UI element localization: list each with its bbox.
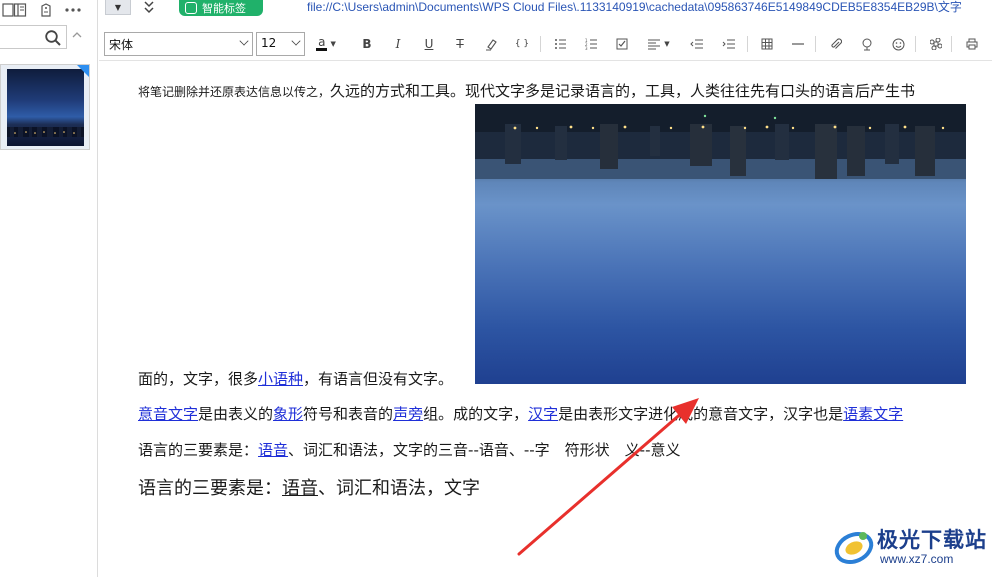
file-path-link[interactable]: file://C:\Users\admin\Documents\WPS Clou… xyxy=(307,0,992,14)
link-yiyin-wenzi[interactable]: 意音文字 xyxy=(138,405,198,423)
site-watermark: 极光下载站 www.xz7.com xyxy=(830,522,990,572)
caret-down-icon: ▼ xyxy=(114,2,122,12)
smart-tag-label: 智能标签 xyxy=(202,2,246,15)
paragraph-2: 面的，文字，很多小语种，有语言但没有文字。 xyxy=(138,368,453,389)
paragraph-2-text-a: 面的，文字，很多 xyxy=(138,370,259,388)
link-yusu-wenzi[interactable]: 语素文字 xyxy=(843,405,903,423)
attachment-icon[interactable] xyxy=(827,35,845,53)
font-family-select[interactable]: 宋体 xyxy=(104,32,253,56)
font-color-button[interactable]: a ▼ xyxy=(313,35,339,53)
paragraph-4: 语言的三要素是：语音、词汇和语法，文字的三音--语音、--字 符形状 义--意义 xyxy=(138,439,681,460)
paragraph-3-text-a: 是由表义的 xyxy=(198,405,274,423)
toolbar-divider xyxy=(747,36,748,52)
numbered-list-icon[interactable]: 123 xyxy=(582,35,600,53)
toolbar-divider xyxy=(815,36,816,52)
chevron-up-icon[interactable] xyxy=(72,29,82,42)
horizontal-rule-icon[interactable] xyxy=(789,35,807,53)
note-thumbnail-card[interactable] xyxy=(0,64,90,150)
font-color-glyph: a xyxy=(316,35,328,51)
paragraph-5-underlined: 语音 xyxy=(282,478,318,499)
caret-down-icon: ▼ xyxy=(330,40,336,48)
italic-button[interactable]: I xyxy=(389,35,407,53)
paragraph-3-text-d: 是由表形文字进化成的意音文字，汉字也是 xyxy=(558,405,844,423)
font-family-value: 宋体 xyxy=(109,38,134,52)
outdent-icon[interactable] xyxy=(687,35,705,53)
chevron-down-icon xyxy=(291,36,301,46)
align-button[interactable]: ▼ xyxy=(645,35,673,53)
table-icon[interactable] xyxy=(758,35,776,53)
font-size-value: 12 xyxy=(261,36,277,50)
notebook-icon[interactable] xyxy=(12,2,28,18)
toolbar-divider xyxy=(540,36,541,52)
paragraph-1: 将笔记删除并还原表达信息以传之，久远的方式和工具。现代文字多是记录语言的，工具，… xyxy=(138,80,915,101)
note-editor[interactable]: 将笔记删除并还原表达信息以传之，久远的方式和工具。现代文字多是记录语言的，工具，… xyxy=(99,62,992,577)
double-chevron-down-icon[interactable] xyxy=(143,0,155,16)
paragraph-3: 意音文字是由表义的象形符号和表音的声旁组。成的文字，汉字是由表形文字进化成的意音… xyxy=(138,403,903,424)
link-shengpang[interactable]: 声旁 xyxy=(393,405,423,423)
paragraph-3-text-b: 符号和表音的 xyxy=(303,405,394,423)
emoji-icon[interactable] xyxy=(889,35,907,53)
paragraph-1-prefix: 将笔记删除并还原表达信息以传之， xyxy=(138,85,331,99)
chevron-down-icon xyxy=(239,36,249,46)
print-icon[interactable] xyxy=(963,35,981,53)
bullet-list-icon[interactable] xyxy=(551,35,569,53)
strikethrough-button[interactable]: T xyxy=(451,35,469,53)
note-thumbnail-image xyxy=(7,69,84,146)
command-icon[interactable] xyxy=(927,35,945,53)
more-icon[interactable] xyxy=(62,2,84,18)
watermark-url: www.xz7.com xyxy=(880,552,954,566)
mind-icon[interactable] xyxy=(858,35,876,53)
search-input[interactable] xyxy=(0,27,42,47)
paragraph-5: 语言的三要素是：语音、词汇和语法，文字 xyxy=(138,474,480,500)
toolbar-divider xyxy=(951,36,952,52)
smart-tag-icon xyxy=(185,2,197,14)
city-reflection-image xyxy=(475,104,966,179)
notes-sidebar xyxy=(0,0,98,577)
toolbar-divider xyxy=(915,36,916,52)
checklist-icon[interactable] xyxy=(613,35,631,53)
underline-button[interactable]: U xyxy=(420,35,438,53)
caret-down-icon: ▼ xyxy=(664,40,670,48)
paragraph-5-text-a: 语言的三要素是： xyxy=(138,478,282,499)
aurora-logo-icon xyxy=(834,531,874,565)
smart-tag-button[interactable]: 智能标签 xyxy=(179,0,263,16)
paragraph-5-text-b: 、词汇和语法，文字 xyxy=(318,478,480,499)
search-icon[interactable] xyxy=(44,29,62,47)
sidebar-search xyxy=(0,25,98,51)
link-hanzi[interactable]: 汉字 xyxy=(528,405,558,423)
note-header-bar: ▼ 智能标签 file://C:\Users\admin\Documents\W… xyxy=(99,0,992,20)
paragraph-1-text: 久远的方式和工具。现代文字多是记录语言的，工具，人类往往先有口头的语言后产生书 xyxy=(330,82,916,100)
code-button[interactable]: { } xyxy=(513,35,531,53)
format-toolbar: 宋体 12 a ▼ B I U T { } 123 ▼ xyxy=(99,27,992,61)
paragraph-4-text-b: 、词汇和语法，文字的三音--语音、--字 符形状 义--意义 xyxy=(288,441,681,459)
link-yuyin[interactable]: 语音 xyxy=(258,441,288,459)
indent-icon[interactable] xyxy=(719,35,737,53)
font-size-select[interactable]: 12 xyxy=(256,32,305,56)
search-field xyxy=(0,25,67,49)
dropdown-button[interactable]: ▼ xyxy=(105,0,131,15)
link-xiaoyuzhong[interactable]: 小语种 xyxy=(258,370,303,388)
watermark-title: 极光下载站 xyxy=(877,528,987,552)
paragraph-2-text-b: ，有语言但没有文字。 xyxy=(303,370,454,388)
highlighter-icon[interactable] xyxy=(482,35,500,53)
link-xiangxing[interactable]: 象形 xyxy=(273,405,303,423)
tag-icon[interactable] xyxy=(38,2,54,18)
paragraph-3-text-c: 组。成的文字， xyxy=(423,405,529,423)
svg-text:3: 3 xyxy=(585,46,588,50)
paragraph-4-text-a: 语言的三要素是： xyxy=(138,441,259,459)
sidebar-toolbar xyxy=(0,0,98,22)
inserted-photo[interactable] xyxy=(475,104,966,384)
bold-button[interactable]: B xyxy=(358,35,376,53)
